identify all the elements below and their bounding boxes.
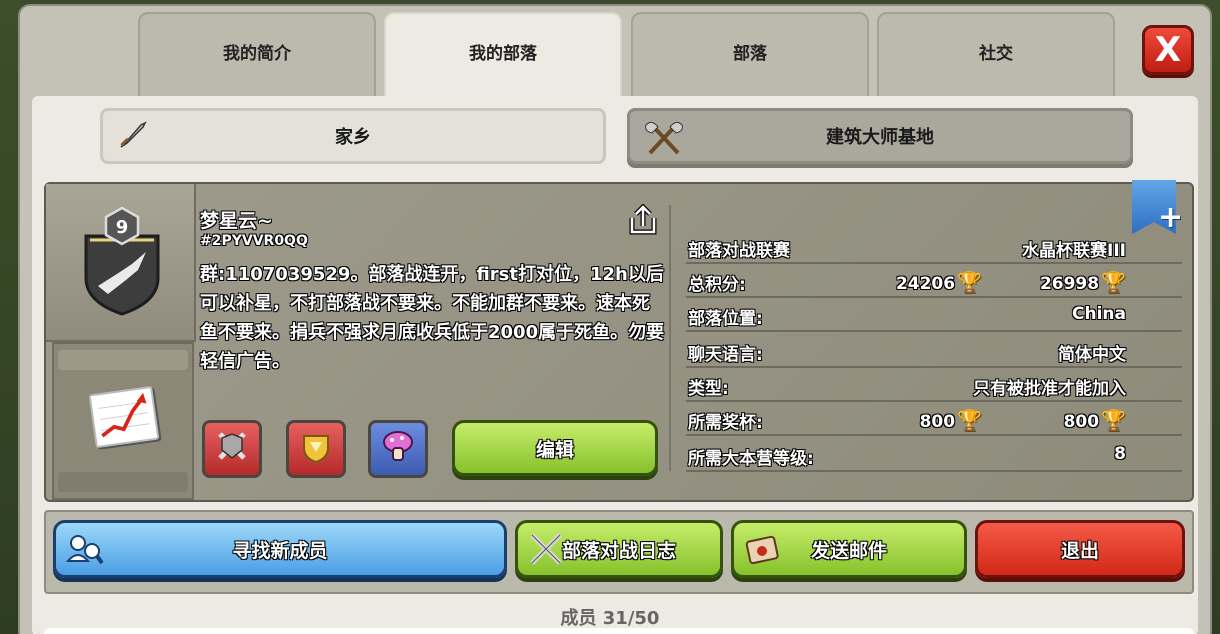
- language-value: 简体中文: [1058, 345, 1126, 365]
- info-row-points: 总积分: 24206 🏆 26998 🏆: [686, 266, 1182, 298]
- stats-bar-top: [58, 350, 188, 370]
- subtab-home-village[interactable]: 家乡: [100, 108, 606, 164]
- trophy-icon: 🏆: [1101, 270, 1126, 294]
- stats-bar-bottom: [58, 472, 188, 492]
- war-log-label: 部落对战日志: [561, 539, 676, 562]
- gold-shield-icon: [298, 428, 334, 471]
- member-list-top: [44, 628, 1194, 634]
- trophy-icon: 🏆: [957, 270, 982, 294]
- clan-level: 9: [116, 217, 129, 238]
- info-row-type: 类型: 只有被批准才能加入: [686, 370, 1182, 402]
- tab-clans[interactable]: 部落: [631, 12, 869, 98]
- league-value: 水晶杯联赛III: [1022, 241, 1126, 261]
- member-count: 成员 31/50: [560, 608, 660, 629]
- required-trophies-home: 800 🏆: [919, 408, 982, 432]
- required-trophies-label: 所需奖杯:: [688, 413, 763, 433]
- panel-divider: [669, 205, 671, 471]
- clan-capital-badge-button[interactable]: [368, 420, 428, 478]
- mushroom-icon: [380, 428, 416, 471]
- close-icon: X: [1154, 30, 1182, 70]
- leave-clan-button[interactable]: 退出: [975, 520, 1185, 578]
- info-row-league: 部落对战联赛 水晶杯联赛III: [686, 232, 1182, 264]
- crossed-swords-icon: [528, 531, 564, 575]
- search-members-icon: [65, 531, 104, 575]
- share-icon[interactable]: [628, 204, 658, 236]
- mail-icon: [744, 531, 780, 575]
- location-value: China: [1072, 304, 1126, 324]
- clan-badge-icon: 9: [84, 206, 160, 316]
- flag-plus-icon[interactable]: +: [1158, 200, 1183, 235]
- townhall-value: 8: [1114, 444, 1126, 464]
- send-mail-label: 发送邮件: [810, 539, 887, 562]
- points-label: 总积分:: [688, 275, 746, 295]
- trophy-icon: 🏆: [957, 408, 982, 432]
- clan-name: 梦星云~: [200, 210, 273, 232]
- tab-my-clan[interactable]: 我的部落: [384, 12, 622, 98]
- location-label: 部落位置:: [688, 309, 763, 329]
- type-value: 只有被批准才能加入: [973, 379, 1126, 399]
- crossed-swords-icon: [214, 428, 250, 471]
- capital-league-badge-button[interactable]: [286, 420, 346, 478]
- info-row-language: 聊天语言: 简体中文: [686, 336, 1182, 368]
- clan-tag: #2PYVVR0QQ: [200, 233, 308, 249]
- required-trophies-builder: 800 🏆: [1063, 408, 1126, 432]
- subtab-builder-label: 建筑大师基地: [826, 127, 934, 148]
- info-row-required-trophies: 所需奖杯: 800 🏆 800 🏆: [686, 404, 1182, 436]
- points-builder: 26998 🏆: [1039, 270, 1126, 294]
- send-mail-button[interactable]: 发送邮件: [731, 520, 967, 578]
- find-members-label: 寻找新成员: [232, 539, 328, 562]
- find-members-button[interactable]: 寻找新成员: [53, 520, 507, 578]
- info-row-townhall: 所需大本营等级: 8: [686, 440, 1182, 472]
- league-label: 部落对战联赛: [688, 241, 790, 261]
- info-row-location: 部落位置: China: [686, 300, 1182, 332]
- sword-icon: [117, 119, 149, 158]
- points-home: 24206 🏆: [895, 270, 982, 294]
- edit-clan-button[interactable]: 编辑: [452, 420, 658, 476]
- war-league-badge-button[interactable]: [202, 420, 262, 478]
- clan-description: 群:1107039529。部落战连开，first打对位，12h以后可以补星，不打…: [200, 264, 665, 372]
- clan-stats-chart-icon[interactable]: [88, 385, 160, 449]
- close-button[interactable]: X: [1142, 25, 1194, 75]
- type-label: 类型:: [688, 379, 729, 399]
- language-label: 聊天语言:: [688, 345, 763, 365]
- trophy-icon: 🏆: [1101, 408, 1126, 432]
- subtab-home-label: 家乡: [335, 127, 371, 148]
- subtab-builder-base[interactable]: 建筑大师基地: [627, 108, 1133, 164]
- tab-my-profile[interactable]: 我的简介: [138, 12, 376, 98]
- crossed-axes-icon: [644, 119, 684, 162]
- townhall-label: 所需大本营等级:: [688, 449, 814, 469]
- war-log-button[interactable]: 部落对战日志: [515, 520, 723, 578]
- tab-social[interactable]: 社交: [877, 12, 1115, 98]
